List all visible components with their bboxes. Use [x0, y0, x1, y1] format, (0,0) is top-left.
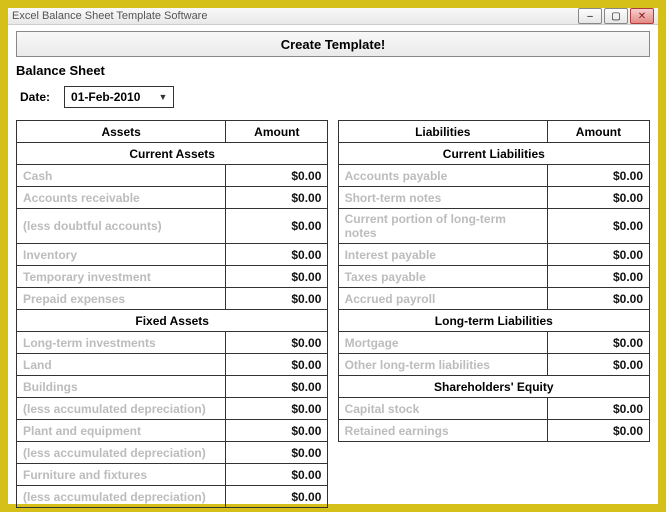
row-accrued: Accrued payroll [338, 288, 547, 310]
create-template-button[interactable]: Create Template! [16, 31, 650, 57]
row-lt-invest: Long-term investments [17, 332, 226, 354]
less-dep2-amount: $0.00 [226, 442, 328, 464]
row-retained: Retained earnings [338, 420, 547, 442]
row-capital-stock: Capital stock [338, 398, 547, 420]
chevron-down-icon: ▼ [155, 88, 171, 106]
less-dep1-amount: $0.00 [226, 398, 328, 420]
row-inventory: Inventory [17, 244, 226, 266]
row-less-dep2: (less accumulated depreciation) [17, 442, 226, 464]
balance-sheet-table: Assets Amount Liabilities Amount Current… [16, 120, 650, 508]
table-row: Furniture and fixtures $0.00 [17, 464, 650, 486]
temp-invest-amount: $0.00 [226, 266, 328, 288]
fixed-assets-group: Fixed Assets [17, 310, 328, 332]
window-controls: – ▢ ✕ [578, 8, 654, 24]
row-buildings: Buildings [17, 376, 226, 398]
content-area: Create Template! Balance Sheet Date: 01-… [8, 25, 658, 516]
row-doubtful: (less doubtful accounts) [17, 209, 226, 244]
row-other-lt: Other long-term liabilities [338, 354, 547, 376]
close-icon: ✕ [638, 11, 646, 22]
less-dep3-amount: $0.00 [226, 486, 328, 508]
table-row: Land $0.00 Other long-term liabilities $… [17, 354, 650, 376]
accrued-amount: $0.00 [547, 288, 649, 310]
row-taxes: Taxes payable [338, 266, 547, 288]
acct-payable-amount: $0.00 [547, 165, 649, 187]
other-lt-amount: $0.00 [547, 354, 649, 376]
lt-invest-amount: $0.00 [226, 332, 328, 354]
table-row: Prepaid expenses $0.00 Accrued payroll $… [17, 288, 650, 310]
inventory-amount: $0.00 [226, 244, 328, 266]
table-row: Long-term investments $0.00 Mortgage $0.… [17, 332, 650, 354]
cash-amount: $0.00 [226, 165, 328, 187]
table-row: Accounts receivable $0.00 Short-term not… [17, 187, 650, 209]
current-liabilities-group: Current Liabilities [338, 143, 649, 165]
group-row-fixed: Fixed Assets Long-term Liabilities [17, 310, 650, 332]
row-temp-invest: Temporary investment [17, 266, 226, 288]
row-acct-payable: Accounts payable [338, 165, 547, 187]
header-row: Assets Amount Liabilities Amount [17, 121, 650, 143]
prepaid-amount: $0.00 [226, 288, 328, 310]
minimize-icon: – [587, 11, 593, 22]
row-less-dep1: (less accumulated depreciation) [17, 398, 226, 420]
amount-header-left: Amount [226, 121, 328, 143]
capital-stock-amount: $0.00 [547, 398, 649, 420]
land-amount: $0.00 [226, 354, 328, 376]
maximize-icon: ▢ [611, 11, 620, 22]
lt-liabilities-group: Long-term Liabilities [338, 310, 649, 332]
row-ar: Accounts receivable [17, 187, 226, 209]
row-prepaid: Prepaid expenses [17, 288, 226, 310]
buildings-amount: $0.00 [226, 376, 328, 398]
table-row: Plant and equipment $0.00 Retained earni… [17, 420, 650, 442]
table-row: (less doubtful accounts) $0.00 Current p… [17, 209, 650, 244]
table-row: (less accumulated depreciation) $0.00 [17, 442, 650, 464]
mortgage-amount: $0.00 [547, 332, 649, 354]
group-row-current: Current Assets Current Liabilities [17, 143, 650, 165]
int-payable-amount: $0.00 [547, 244, 649, 266]
close-button[interactable]: ✕ [630, 8, 654, 24]
row-short-notes: Short-term notes [338, 187, 547, 209]
window-title: Excel Balance Sheet Template Software [12, 10, 578, 22]
minimize-button[interactable]: – [578, 8, 602, 24]
liabilities-header: Liabilities [338, 121, 547, 143]
table-row: Buildings $0.00 Shareholders' Equity [17, 376, 650, 398]
cur-lt-amount: $0.00 [547, 209, 649, 244]
sheet-title: Balance Sheet [16, 63, 650, 78]
current-assets-group: Current Assets [17, 143, 328, 165]
table-row: Temporary investment $0.00 Taxes payable… [17, 266, 650, 288]
date-row: Date: 01-Feb-2010 ▼ [20, 86, 650, 108]
date-picker[interactable]: 01-Feb-2010 ▼ [64, 86, 174, 108]
retained-amount: $0.00 [547, 420, 649, 442]
row-cur-lt: Current portion of long-term notes [338, 209, 547, 244]
app-window: Excel Balance Sheet Template Software – … [8, 8, 658, 504]
ar-amount: $0.00 [226, 187, 328, 209]
table-row: Inventory $0.00 Interest payable $0.00 [17, 244, 650, 266]
row-plant-equip: Plant and equipment [17, 420, 226, 442]
row-less-dep3: (less accumulated depreciation) [17, 486, 226, 508]
amount-header-right: Amount [547, 121, 649, 143]
row-furniture: Furniture and fixtures [17, 464, 226, 486]
table-row: (less accumulated depreciation) $0.00 Ca… [17, 398, 650, 420]
maximize-button[interactable]: ▢ [604, 8, 628, 24]
table-row: Cash $0.00 Accounts payable $0.00 [17, 165, 650, 187]
row-cash: Cash [17, 165, 226, 187]
table-row: (less accumulated depreciation) $0.00 [17, 486, 650, 508]
assets-header: Assets [17, 121, 226, 143]
taxes-amount: $0.00 [547, 266, 649, 288]
date-label: Date: [20, 90, 50, 104]
date-value: 01-Feb-2010 [71, 90, 140, 104]
titlebar: Excel Balance Sheet Template Software – … [8, 8, 658, 25]
plant-equip-amount: $0.00 [226, 420, 328, 442]
shareholders-equity-group: Shareholders' Equity [338, 376, 649, 398]
short-notes-amount: $0.00 [547, 187, 649, 209]
furniture-amount: $0.00 [226, 464, 328, 486]
row-int-payable: Interest payable [338, 244, 547, 266]
row-mortgage: Mortgage [338, 332, 547, 354]
row-land: Land [17, 354, 226, 376]
doubtful-amount: $0.00 [226, 209, 328, 244]
